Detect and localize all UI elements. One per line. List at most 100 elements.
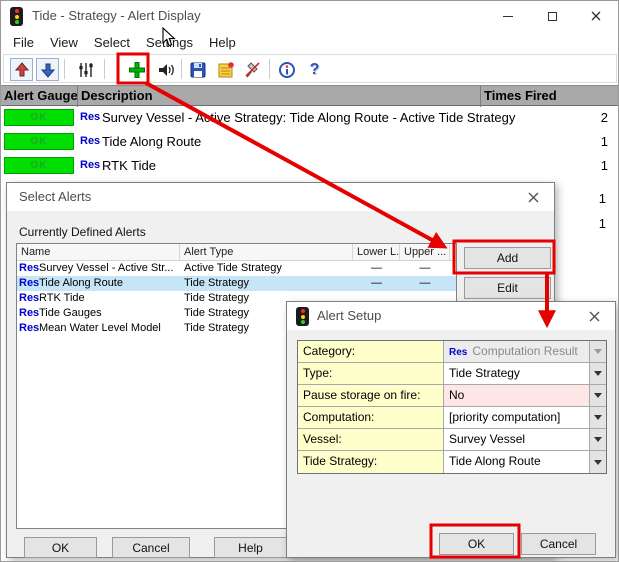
info-button[interactable]	[275, 58, 298, 81]
category-dropdown-button	[589, 341, 606, 362]
down-arrow-icon	[38, 60, 58, 80]
computation-text: [priority computation]	[449, 410, 560, 424]
section-label: Currently Defined Alerts	[19, 225, 146, 239]
list-header: Name Alert Type Lower L... Upper ...	[17, 244, 456, 261]
column-alert-gauge: Alert Gauge	[4, 86, 78, 106]
chevron-down-icon	[594, 371, 602, 380]
dialog-title-bar: Select Alerts	[7, 183, 554, 211]
alert-description: RTK Tide	[102, 158, 156, 173]
menu-bar: File View Select Settings Help	[1, 31, 618, 54]
help-button[interactable]: Help	[214, 537, 287, 558]
list-item[interactable]: ResSurvey Vessel - Active Str... Active …	[17, 261, 456, 276]
sound-button[interactable]	[154, 58, 177, 81]
lower-limit: —	[353, 276, 400, 291]
toolbar-separator	[104, 59, 105, 79]
ok-button[interactable]: OK	[439, 533, 514, 555]
table-row[interactable]: OK Res Tide Along Route 1	[1, 130, 619, 154]
menu-settings[interactable]: Settings	[138, 31, 201, 54]
pause-storage-label: Pause storage on fire:	[298, 385, 444, 406]
chevron-down-icon	[594, 349, 602, 358]
alert-name: Survey Vessel - Active Str...	[39, 261, 174, 276]
dialog-close-button[interactable]	[573, 302, 615, 330]
sliders-icon	[76, 60, 96, 80]
type-label: Type:	[298, 363, 444, 384]
chevron-down-icon	[594, 437, 602, 446]
times-fired-value: 1	[572, 212, 606, 236]
minimize-icon	[503, 16, 513, 17]
vessel-dropdown-button[interactable]	[589, 429, 606, 450]
table-row[interactable]: OK Res RTK Tide 1	[1, 154, 619, 178]
header-upper-limit[interactable]: Upper ...	[400, 244, 450, 260]
up-arrow-icon	[12, 60, 32, 80]
list-item-selected[interactable]: ResTide Along Route Tide Strategy — —	[17, 276, 456, 291]
scroll-down-button[interactable]	[36, 58, 59, 81]
status-badge: OK	[4, 133, 74, 150]
computation-dropdown-button[interactable]	[589, 407, 606, 428]
tide-strategy-value[interactable]: Tide Along Route	[444, 451, 606, 473]
close-icon	[591, 11, 601, 21]
scroll-up-button[interactable]	[10, 58, 33, 81]
notepad-button[interactable]	[214, 58, 237, 81]
status-badge: OK	[4, 109, 74, 126]
window-title: Tide - Strategy - Alert Display	[32, 1, 201, 31]
res-tag: Res	[17, 291, 39, 306]
save-button[interactable]	[186, 58, 209, 81]
ok-button[interactable]: OK	[24, 537, 97, 558]
cancel-button[interactable]: Cancel	[521, 533, 596, 555]
table-row[interactable]: OK Res Survey Vessel - Active Strategy: …	[1, 106, 619, 130]
times-fired-value: 1	[572, 187, 606, 211]
pause-storage-value[interactable]: No	[444, 385, 606, 406]
tide-strategy-text: Tide Along Route	[449, 454, 541, 468]
app-window: Tide - Strategy - Alert Display File Vie…	[0, 0, 619, 562]
edit-button[interactable]: Edit	[464, 277, 551, 299]
menu-file[interactable]: File	[5, 31, 42, 54]
close-icon	[589, 311, 600, 322]
dialog-close-button[interactable]	[512, 183, 554, 211]
column-divider	[77, 86, 78, 107]
alert-setup-dialog: Alert Setup Category: ResComputation Res…	[286, 301, 616, 558]
alert-name: RTK Tide	[39, 291, 85, 306]
res-tag: Res	[80, 111, 100, 123]
notepad-icon	[216, 60, 236, 80]
computation-value[interactable]: [priority computation]	[444, 407, 606, 428]
plus-icon	[127, 60, 147, 80]
close-icon	[528, 192, 539, 203]
header-alert-type[interactable]: Alert Type	[180, 244, 353, 260]
menu-view[interactable]: View	[42, 31, 86, 54]
help-button[interactable]: ?	[303, 58, 326, 81]
chevron-down-icon	[594, 415, 602, 424]
alert-setup-form: Category: Res Computation Result Type: Ti…	[297, 340, 607, 474]
res-tag: Res	[449, 347, 467, 358]
category-text: Computation Result	[472, 344, 577, 358]
adjust-button[interactable]	[74, 58, 97, 81]
dialog-title: Select Alerts	[19, 183, 91, 211]
form-row-pause-storage: Pause storage on fire: No	[298, 385, 606, 407]
times-fired-value: 2	[574, 110, 608, 125]
tide-strategy-dropdown-button[interactable]	[589, 451, 606, 473]
vessel-value[interactable]: Survey Vessel	[444, 429, 606, 450]
category-label: Category:	[298, 341, 444, 362]
alert-description: Tide Along Route	[102, 134, 201, 149]
pin-button[interactable]	[241, 58, 264, 81]
alert-type: Active Tide Strategy	[180, 261, 353, 276]
menu-select[interactable]: Select	[86, 31, 138, 54]
speaker-icon	[156, 60, 176, 80]
minimize-button[interactable]	[486, 1, 530, 31]
app-icon	[10, 7, 23, 26]
toolbar: ?	[3, 54, 617, 83]
cancel-button[interactable]: Cancel	[112, 537, 190, 558]
header-name[interactable]: Name	[17, 244, 180, 260]
form-row-type: Type: Tide Strategy	[298, 363, 606, 385]
type-value[interactable]: Tide Strategy	[444, 363, 606, 384]
form-row-tide-strategy: Tide Strategy: Tide Along Route	[298, 451, 606, 473]
menu-help[interactable]: Help	[201, 31, 244, 54]
add-alert-button[interactable]	[125, 58, 148, 81]
close-button[interactable]	[574, 1, 618, 31]
res-tag: Res	[17, 276, 39, 291]
pause-storage-dropdown-button[interactable]	[589, 385, 606, 406]
header-lower-limit[interactable]: Lower L...	[353, 244, 400, 260]
add-button[interactable]: Add	[464, 247, 551, 269]
maximize-button[interactable]	[530, 1, 574, 31]
maximize-icon	[548, 12, 557, 21]
type-dropdown-button[interactable]	[589, 363, 606, 384]
